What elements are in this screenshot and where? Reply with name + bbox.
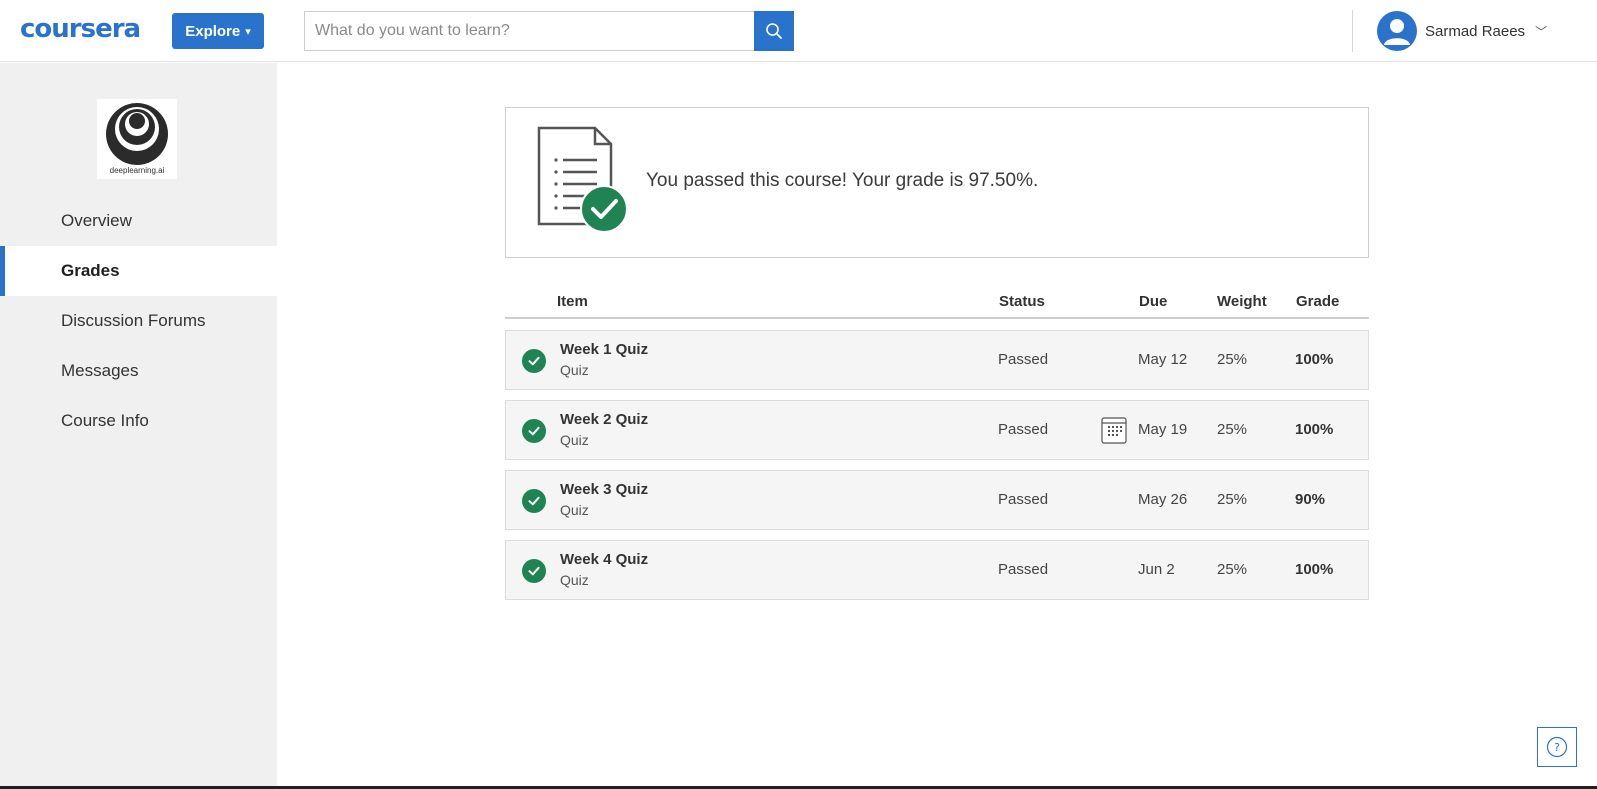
item-status: Passed xyxy=(998,491,1049,508)
item-weight: 25% xyxy=(1217,351,1248,368)
sidebar-item-overview[interactable]: Overview xyxy=(0,196,277,246)
explore-button[interactable]: Explore ▾ xyxy=(172,13,264,49)
item-title[interactable]: Week 4 Quiz xyxy=(560,551,648,568)
item-grade: 100% xyxy=(1295,421,1334,438)
course-passed-banner: You passed this course! Your grade is 97… xyxy=(505,107,1369,258)
item-weight: 25% xyxy=(1217,421,1248,438)
column-header-grade: Grade xyxy=(1296,293,1340,310)
item-status: Passed xyxy=(998,351,1049,368)
item-status: Passed xyxy=(998,421,1049,438)
search-input[interactable] xyxy=(304,11,754,51)
sidebar-item-grades[interactable]: Grades xyxy=(0,246,277,296)
item-type: Quiz xyxy=(560,502,589,518)
item-type: Quiz xyxy=(560,432,589,448)
coursera-logo[interactable]: coursera xyxy=(20,14,141,44)
chevron-down-icon: ﹀ xyxy=(1535,24,1548,39)
item-weight: 25% xyxy=(1217,561,1248,578)
table-row[interactable]: Week 4 Quiz Quiz Passed Jun 2 25% 100% xyxy=(505,540,1369,600)
item-due-date: May 12 xyxy=(1138,351,1188,368)
check-circle-icon xyxy=(522,559,546,583)
course-logo[interactable]: deeplearning.ai xyxy=(97,99,177,179)
search-icon xyxy=(766,23,782,39)
item-weight: 25% xyxy=(1217,491,1248,508)
table-row[interactable]: Week 3 Quiz Quiz Passed May 26 25% 90% xyxy=(505,470,1369,530)
column-header-due: Due xyxy=(1139,293,1168,310)
sidebar-item-course-info[interactable]: Course Info xyxy=(0,396,277,446)
grades-table-header: Item Status Due Weight Grade xyxy=(505,286,1369,319)
help-button[interactable]: ? xyxy=(1537,727,1577,767)
item-title[interactable]: Week 3 Quiz xyxy=(560,481,648,498)
item-title[interactable]: Week 1 Quiz xyxy=(560,341,648,358)
user-icon xyxy=(1384,19,1410,45)
header-divider xyxy=(1352,10,1353,52)
user-menu[interactable]: Sarmad Raees ﹀ xyxy=(1377,11,1547,51)
deeplearning-logo-icon xyxy=(106,103,168,165)
column-header-weight: Weight xyxy=(1217,293,1267,310)
search-bar xyxy=(304,11,794,51)
course-logo-text: deeplearning.ai xyxy=(109,166,165,175)
item-due-date: May 19 xyxy=(1138,421,1188,438)
item-grade: 90% xyxy=(1295,491,1326,508)
item-due-date: May 26 xyxy=(1138,491,1188,508)
item-status: Passed xyxy=(998,561,1049,578)
svg-text:?: ? xyxy=(1554,741,1560,754)
search-button[interactable] xyxy=(754,11,794,51)
sidebar-item-messages[interactable]: Messages xyxy=(0,346,277,396)
column-header-status: Status xyxy=(999,293,1045,310)
course-grade-message: You passed this course! Your grade is 97… xyxy=(646,170,1039,191)
calendar-icon[interactable] xyxy=(1101,416,1127,444)
table-row[interactable]: Week 2 Quiz Quiz Passed May 19 25% 100% xyxy=(505,400,1369,460)
help-icon: ? xyxy=(1546,736,1568,758)
check-circle-icon xyxy=(522,349,546,373)
sidebar-item-discussion-forums[interactable]: Discussion Forums xyxy=(0,296,277,346)
chevron-down-icon: ▾ xyxy=(245,25,251,38)
user-name: Sarmad Raees xyxy=(1425,22,1526,40)
avatar xyxy=(1377,11,1417,51)
column-header-item: Item xyxy=(557,293,588,310)
course-sidebar: deeplearning.ai Overview Grades Discussi… xyxy=(0,63,277,789)
document-check-icon xyxy=(537,126,628,233)
check-circle-icon xyxy=(522,419,546,443)
item-title[interactable]: Week 2 Quiz xyxy=(560,411,648,428)
top-navigation-bar: coursera Explore ▾ Sarmad Raees ﹀ xyxy=(0,0,1597,62)
item-grade: 100% xyxy=(1295,561,1334,578)
item-due-date: Jun 2 xyxy=(1138,561,1175,578)
explore-label: Explore xyxy=(185,22,241,40)
item-grade: 100% xyxy=(1295,351,1334,368)
item-type: Quiz xyxy=(560,362,589,378)
check-circle-icon xyxy=(522,489,546,513)
item-type: Quiz xyxy=(560,572,589,588)
table-row[interactable]: Week 1 Quiz Quiz Passed May 12 25% 100% xyxy=(505,330,1369,390)
